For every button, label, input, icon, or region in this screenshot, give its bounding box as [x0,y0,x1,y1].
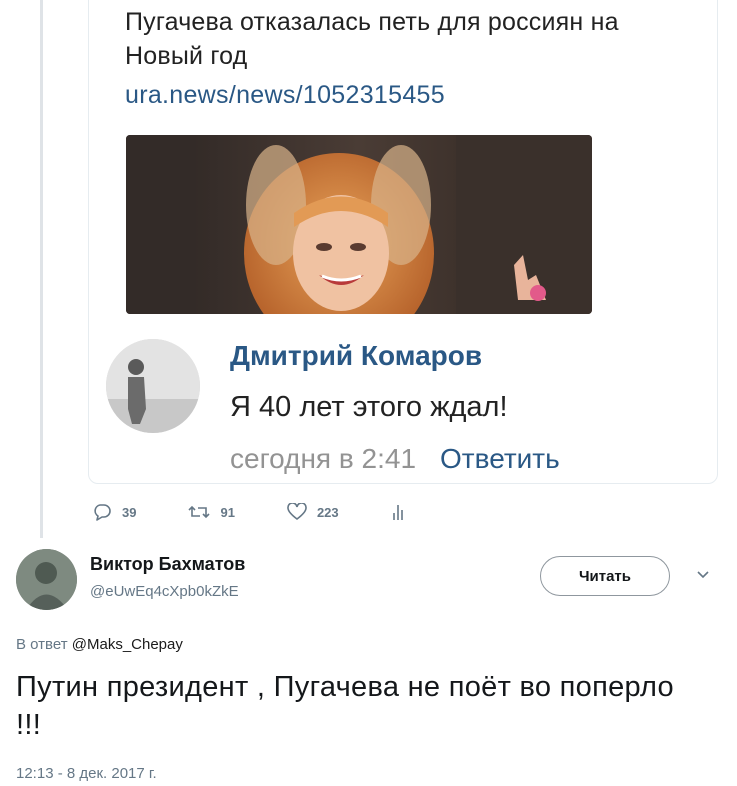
author-name[interactable]: Виктор Бахматов [90,554,245,575]
post-photo[interactable] [126,135,592,314]
reply-icon [94,504,111,521]
analytics-icon [392,505,403,520]
reply-prefix: В ответ [16,636,68,653]
reply-action[interactable]: 39 [92,503,136,521]
like-icon [287,503,307,521]
author-avatar[interactable] [16,549,77,610]
commenter-name[interactable]: Дмитрий Комаров [230,340,482,372]
thread-line [40,0,43,538]
commenter-avatar[interactable] [106,339,200,433]
retweet-icon [188,505,211,519]
comment-text: Я 40 лет этого ждал! [230,391,508,423]
retweet-count: 91 [220,504,235,520]
comment-time: сегодня в 2:41 [230,443,417,474]
retweet-action[interactable]: 91 [188,504,235,520]
reply-context: В ответ @Maks_Chepay [16,636,183,653]
analytics-action[interactable] [391,503,415,521]
comment-meta: сегодня в 2:41 Ответить [230,443,560,475]
tweet-timestamp[interactable]: 12:13 - 8 дек. 2017 г. [16,765,157,782]
tweet-text: Путин президент , Пугачева не поёт во по… [16,671,674,741]
reply-count: 39 [122,504,137,520]
chevron-down-icon[interactable] [696,570,710,580]
like-action[interactable]: 223 [287,503,339,521]
author-handle[interactable]: @eUwEq4cXpb0kZkE [90,583,239,600]
like-count: 223 [316,504,339,520]
post-link[interactable]: ura.news/news/1052315455 [125,81,445,110]
embedded-vk-post[interactable]: Пугачева отказалась петь для россиян на … [88,0,718,484]
post-headline: Пугачева отказалась петь для россиян на … [125,8,619,70]
comment-reply-link[interactable]: Ответить [440,443,560,474]
reply-handle-link[interactable]: @Maks_Chepay [72,636,183,653]
quoted-tweet-actions: 39 91 223 [92,500,467,524]
follow-button[interactable]: Читать [540,556,670,596]
